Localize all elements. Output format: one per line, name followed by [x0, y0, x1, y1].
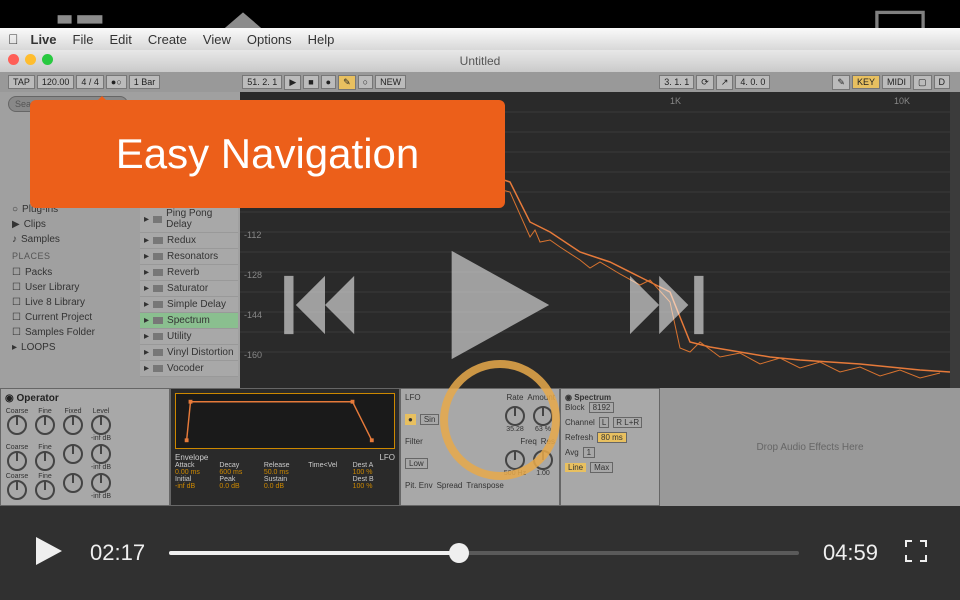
window-titlebar: Untitled	[0, 50, 960, 72]
new-button[interactable]: NEW	[375, 75, 406, 89]
menu-file[interactable]: File	[73, 32, 94, 47]
transport-toolbar: TAP 120.00 4 / 4 ●○ 1 Bar 51. 2. 1 ▶■● ✎…	[0, 72, 960, 92]
envelope-display[interactable]	[175, 393, 395, 449]
next-track-icon[interactable]	[620, 270, 710, 340]
coarse-knob[interactable]	[7, 415, 27, 435]
menu-create[interactable]: Create	[148, 32, 187, 47]
place-userlib[interactable]: ☐ User Library	[8, 280, 133, 295]
drop-audio-area[interactable]: Drop Audio Effects Here	[660, 388, 960, 506]
fullscreen-button[interactable]	[902, 537, 930, 570]
play-button[interactable]	[30, 533, 66, 574]
envelope-device: EnvelopeLFO Attack0.00 ms Decay600 ms Re…	[170, 388, 400, 506]
place-loops[interactable]: ▸ LOOPS	[8, 340, 133, 355]
menu-app[interactable]: Live	[31, 32, 57, 47]
place-samples[interactable]: ☐ Samples Folder	[8, 325, 133, 340]
progress-thumb[interactable]	[449, 543, 469, 563]
minimize-icon[interactable]	[25, 54, 36, 65]
effect-pingpong[interactable]: ▸ Ping Pong Delay	[140, 206, 238, 233]
callout-easy-navigation: Easy Navigation	[30, 100, 505, 208]
menu-edit[interactable]: Edit	[109, 32, 131, 47]
prev-track-icon[interactable]	[280, 270, 370, 340]
effect-vocoder[interactable]: ▸ Vocoder	[140, 361, 238, 377]
place-live8[interactable]: ☐ Live 8 Library	[8, 295, 133, 310]
operator-device: ◉ Operator Coarse Fine Fixed Level-inf d…	[0, 388, 170, 506]
play-icon[interactable]	[430, 240, 560, 370]
marker-field[interactable]: 3. 1. 1	[659, 75, 694, 89]
fixed-knob[interactable]	[63, 415, 83, 435]
effect-utility[interactable]: ▸ Utility	[140, 329, 238, 345]
place-packs[interactable]: ☐ Packs	[8, 265, 133, 280]
bar-field[interactable]: 1 Bar	[129, 75, 161, 89]
video-center-controls	[280, 240, 710, 370]
current-time: 02:17	[90, 540, 145, 566]
level-knob[interactable]	[91, 415, 111, 435]
category-samples[interactable]: ♪ Samples	[8, 232, 133, 247]
effect-saturator[interactable]: ▸ Saturator	[140, 281, 238, 297]
progress-track[interactable]	[169, 551, 799, 555]
menubar:  Live File Edit Create View Options Hel…	[0, 28, 960, 50]
tap-button[interactable]: TAP	[8, 75, 35, 89]
menu-options[interactable]: Options	[247, 32, 292, 47]
effect-spectrum[interactable]: ▸ Spectrum	[140, 313, 238, 329]
video-player-bar: 02:17 04:59	[0, 506, 960, 600]
menu-help[interactable]: Help	[308, 32, 335, 47]
total-time: 04:59	[823, 540, 878, 566]
category-clips[interactable]: ▶ Clips	[8, 217, 133, 232]
highlight-circle	[440, 360, 560, 480]
tempo-field[interactable]: 120.00	[37, 75, 75, 89]
fine-knob[interactable]	[35, 415, 55, 435]
menu-view[interactable]: View	[203, 32, 231, 47]
midi-button[interactable]: MIDI	[882, 75, 911, 89]
spectrum-device: ◉ Spectrum Block8192 ChannelLR L+R Refre…	[560, 388, 660, 506]
close-icon[interactable]	[8, 54, 19, 65]
length-field[interactable]: 4. 0. 0	[735, 75, 770, 89]
apple-icon: 	[8, 31, 19, 47]
window-title: Untitled	[460, 54, 501, 68]
effect-reverb[interactable]: ▸ Reverb	[140, 265, 238, 281]
effect-resonators[interactable]: ▸ Resonators	[140, 249, 238, 265]
effect-vinyl[interactable]: ▸ Vinyl Distortion	[140, 345, 238, 361]
zoom-icon[interactable]	[42, 54, 53, 65]
effect-redux[interactable]: ▸ Redux	[140, 233, 238, 249]
places-header: PLACES	[8, 247, 133, 265]
effect-simpledelay[interactable]: ▸ Simple Delay	[140, 297, 238, 313]
position-field[interactable]: 51. 2. 1	[242, 75, 282, 89]
key-button[interactable]: KEY	[852, 75, 880, 89]
place-project[interactable]: ☐ Current Project	[8, 310, 133, 325]
